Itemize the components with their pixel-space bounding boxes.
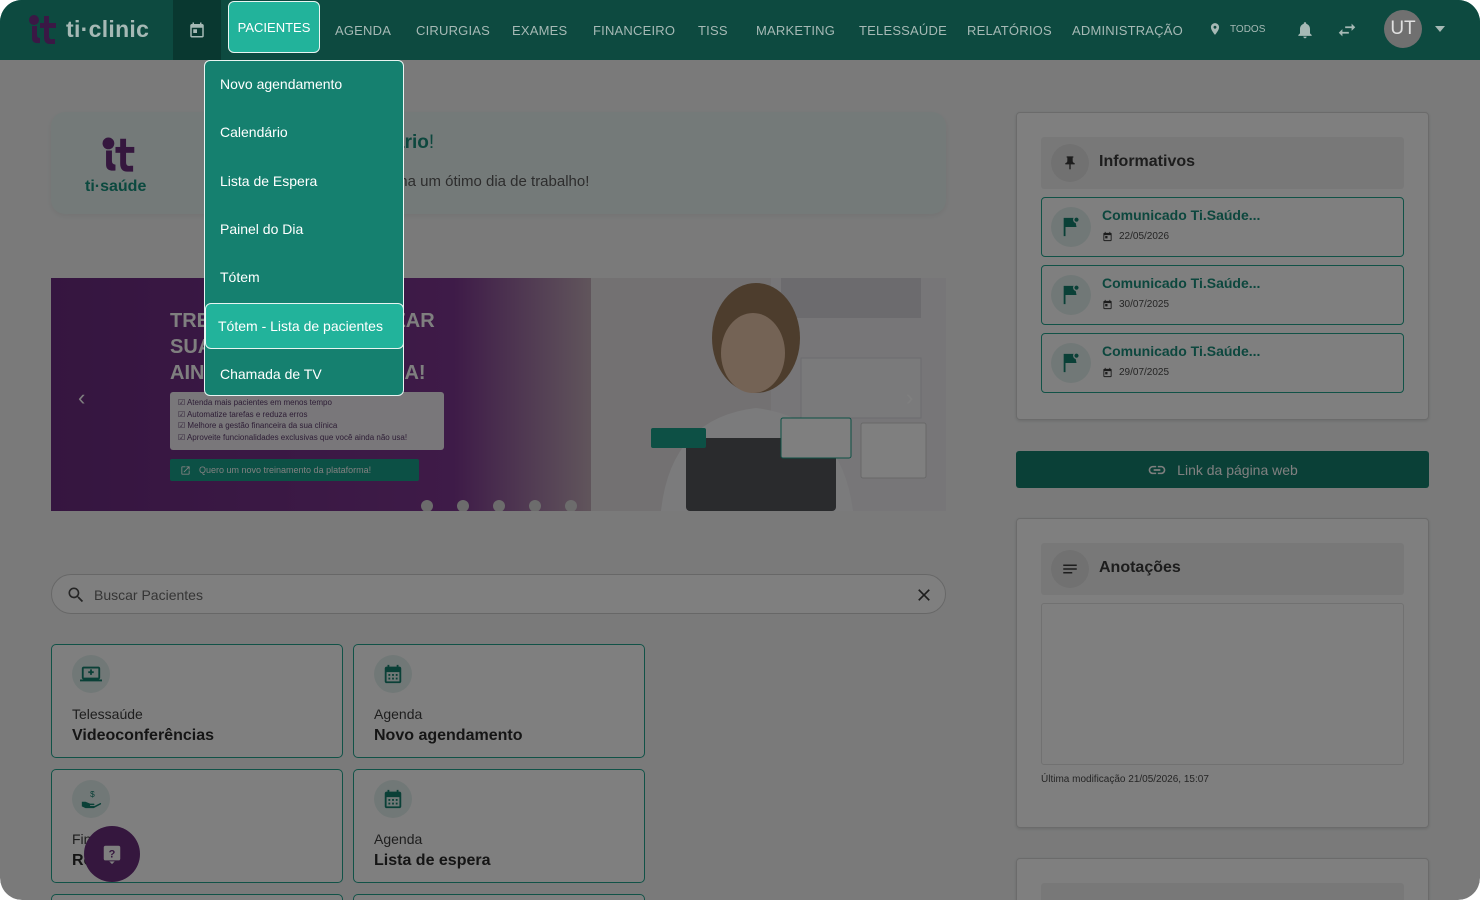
chevron-down-icon[interactable]: [1435, 26, 1445, 32]
nav-item-telessaude[interactable]: TELESSAÚDE: [859, 0, 947, 60]
notifications-bell-icon[interactable]: [1295, 19, 1315, 41]
calendar-shortcut-button[interactable]: [173, 0, 221, 60]
nav-item-agenda[interactable]: AGENDA: [335, 0, 391, 60]
pacientes-dropdown-menu: Novo agendamento Calendário Lista de Esp…: [204, 60, 404, 396]
calendar-icon: [190, 22, 204, 38]
location-pin-icon: [1210, 23, 1220, 35]
nav-item-financeiro[interactable]: FINANCEIRO: [593, 0, 675, 60]
nav-item-pacientes[interactable]: PACIENTES: [228, 1, 320, 53]
menu-item-totem-lista-de-pacientes[interactable]: Tótem - Lista de pacientes: [205, 303, 404, 349]
menu-item-chamada-de-tv[interactable]: Chamada de TV: [220, 366, 322, 382]
nav-item-marketing[interactable]: MARKETING: [756, 0, 835, 60]
nav-item-cirurgias[interactable]: CIRURGIAS: [416, 0, 490, 60]
menu-item-calendario[interactable]: Calendário: [220, 124, 288, 140]
nav-item-administracao[interactable]: ADMINISTRAÇÃO: [1072, 0, 1183, 60]
location-selector[interactable]: TODOS: [1208, 20, 1265, 38]
nav-item-exames[interactable]: EXAMES: [512, 0, 567, 60]
menu-item-novo-agendamento[interactable]: Novo agendamento: [220, 76, 342, 92]
top-navbar-dimmed: ti·clinic PACIENTES AGENDA CIRURGIAS EXA…: [0, 0, 1480, 60]
menu-item-totem[interactable]: Tótem: [220, 269, 260, 285]
swap-arrows-icon[interactable]: [1336, 19, 1358, 41]
menu-item-lista-de-espera[interactable]: Lista de Espera: [220, 173, 317, 189]
nav-item-relatorios[interactable]: RELATÓRIOS: [967, 0, 1052, 60]
app-frame: ti·clinic PACIENTES AGENDA CIRURGIAS EXA…: [0, 0, 1480, 900]
logo-mark-icon: [29, 15, 56, 44]
menu-item-painel-do-dia[interactable]: Painel do Dia: [220, 221, 303, 237]
user-avatar[interactable]: UT: [1384, 10, 1422, 48]
nav-item-tiss[interactable]: TISS: [698, 0, 728, 60]
